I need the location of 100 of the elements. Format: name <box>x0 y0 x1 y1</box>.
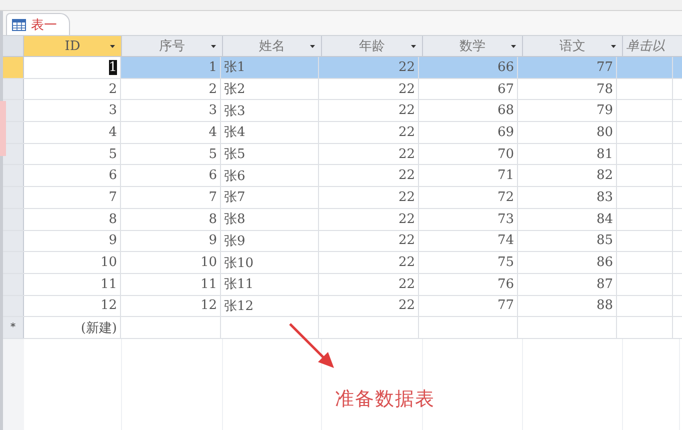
table-cell: 5 <box>24 144 121 164</box>
table-cell: 71 <box>419 165 518 186</box>
new-record-marker: * <box>10 322 16 334</box>
table-cell: 1 <box>121 57 221 78</box>
table-cell: 9 <box>24 230 121 252</box>
table-cell: 73 <box>419 208 518 230</box>
table-cell: 77 <box>419 296 518 316</box>
table-cell: 67 <box>419 78 518 100</box>
table-cell: 77 <box>518 57 617 78</box>
table-cell: 12 <box>121 296 221 316</box>
new-record-row[interactable]: * (新建) <box>3 317 682 339</box>
table-row[interactable]: 10 10 张10 22 75 86 <box>3 252 682 274</box>
table-cell: 8 <box>121 208 221 230</box>
table-cell: 22 <box>319 57 419 78</box>
row-selector[interactable]: * <box>3 317 24 338</box>
column-header[interactable]: ID <box>24 36 122 56</box>
table-cell: 张7 <box>221 187 319 208</box>
dropdown-icon <box>411 45 416 48</box>
table-cell: 7 <box>121 187 221 208</box>
dropdown-icon <box>611 45 616 48</box>
table-row[interactable]: 9 9 张9 22 74 85 <box>3 230 682 252</box>
table-row[interactable]: 4 4 张4 22 69 80 <box>3 122 682 144</box>
table-cell: 22 <box>319 296 419 316</box>
table-cell: 69 <box>419 122 518 143</box>
table-cell: 6 <box>121 165 221 186</box>
table-cell: 68 <box>419 100 518 122</box>
table-cell: 84 <box>518 208 617 230</box>
table-cell: 张3 <box>221 100 319 122</box>
table-cell: 10 <box>121 252 221 273</box>
table-cell: 11 <box>121 274 221 295</box>
dropdown-icon <box>211 45 216 48</box>
table-cell: 9 <box>121 230 221 252</box>
row-selector[interactable] <box>3 230 24 252</box>
table-cell: 22 <box>319 230 419 252</box>
table-cell: 22 <box>319 100 419 122</box>
row-selector[interactable] <box>3 57 24 78</box>
table-row[interactable]: 8 8 张8 22 73 84 <box>3 208 682 230</box>
row-selector[interactable] <box>3 274 24 295</box>
column-header[interactable]: 数学 <box>423 36 523 56</box>
column-header[interactable]: 姓名 <box>223 36 322 56</box>
table-cell: 78 <box>518 78 617 100</box>
table-cell: 1 <box>24 57 121 78</box>
table-cell: 86 <box>518 252 617 273</box>
row-selector[interactable] <box>3 296 24 316</box>
dropdown-icon <box>511 45 516 48</box>
table-row[interactable]: 3 3 张3 22 68 79 <box>3 100 682 122</box>
table-row[interactable]: 7 7 张7 22 72 83 <box>3 187 682 209</box>
table-cell: 11 <box>24 274 121 295</box>
table-cell: 张9 <box>221 230 319 252</box>
table-cell: 4 <box>24 122 121 143</box>
table-cell: 76 <box>419 274 518 295</box>
row-selector[interactable] <box>3 78 24 100</box>
table-cell: 87 <box>518 274 617 295</box>
table-cell: 75 <box>419 252 518 273</box>
table-cell: 3 <box>24 100 121 122</box>
table-cell: 22 <box>319 208 419 230</box>
table-cell: 88 <box>518 296 617 316</box>
table-cell: 70 <box>419 144 518 164</box>
table-row[interactable]: 5 5 张5 22 70 81 <box>3 144 682 166</box>
table-cell: 82 <box>518 165 617 186</box>
table-cell: 10 <box>24 252 121 273</box>
table-cell: 2 <box>121 78 221 100</box>
table-row[interactable]: 2 2 张2 22 67 78 <box>3 78 682 100</box>
table-cell: 81 <box>518 144 617 164</box>
new-record-cell[interactable]: (新建) <box>24 317 121 338</box>
table-cell: 22 <box>319 144 419 164</box>
table-cell: 22 <box>319 187 419 208</box>
table-cell: 张8 <box>221 208 319 230</box>
table-row[interactable]: 11 11 张11 22 76 87 <box>3 274 682 296</box>
table-row[interactable]: 6 6 张6 22 71 82 <box>3 165 682 188</box>
table-icon <box>12 18 26 30</box>
table-cell: 3 <box>121 100 221 122</box>
table-row[interactable]: 12 12 张12 22 77 88 <box>3 296 682 318</box>
annotation-text: 准备数据表 <box>335 387 435 412</box>
table-cell: 22 <box>319 252 419 273</box>
table-cell: 72 <box>419 187 518 208</box>
table-cell: 79 <box>518 100 617 122</box>
table-cell: 5 <box>121 144 221 164</box>
table-cell: 7 <box>24 187 121 208</box>
table-cell: 22 <box>319 165 419 186</box>
row-selector[interactable] <box>3 187 24 208</box>
table-cell: 张4 <box>221 122 319 143</box>
table-tab[interactable]: 表一 <box>6 13 70 35</box>
select-all-corner[interactable] <box>3 36 24 56</box>
column-header[interactable]: 序号 <box>122 36 223 56</box>
column-header[interactable]: 单击以 <box>623 36 682 56</box>
table-cell: 74 <box>419 230 518 252</box>
row-selector[interactable] <box>3 208 24 230</box>
table-cell: 22 <box>319 122 419 143</box>
row-selector[interactable] <box>3 252 24 273</box>
column-header[interactable]: 年龄 <box>322 36 423 56</box>
table-cell: 张6 <box>221 165 319 186</box>
column-header[interactable]: 语文 <box>523 36 623 56</box>
table-cell: 张11 <box>221 274 319 295</box>
table-row[interactable]: 1 1 张1 22 66 77 <box>3 57 682 79</box>
table-cell: 80 <box>518 122 617 143</box>
dropdown-icon <box>110 45 115 48</box>
table-cell: 22 <box>319 78 419 100</box>
table-cell: 6 <box>24 165 121 186</box>
row-selector[interactable] <box>3 165 24 186</box>
